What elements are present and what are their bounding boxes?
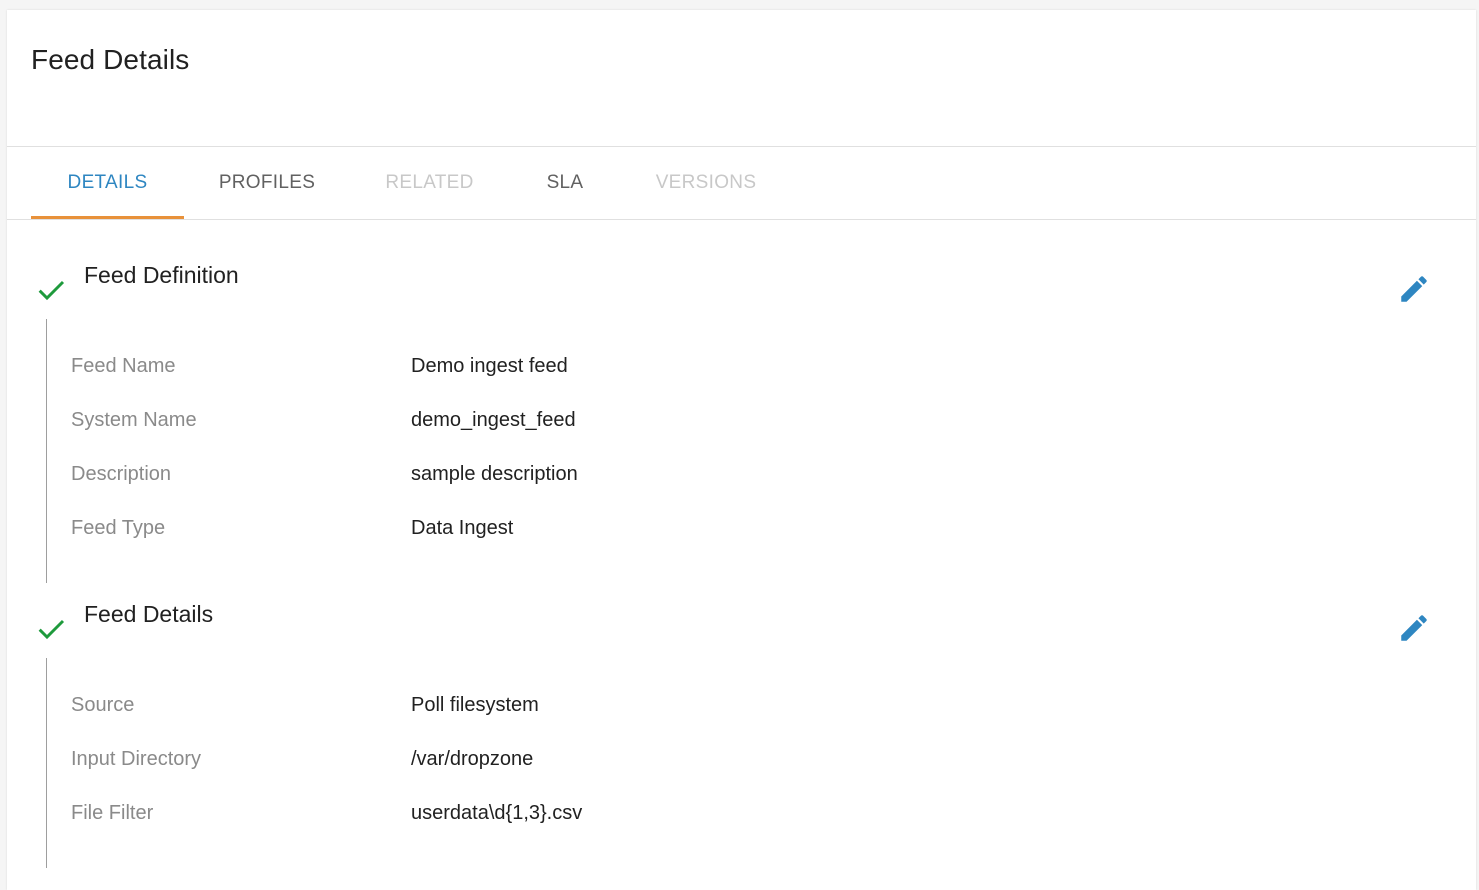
field-value: Data Ingest (411, 517, 514, 539)
field-value: userdata\d{1,3}.csv (411, 802, 583, 824)
field-label: Feed Name (71, 355, 176, 377)
field-value: Poll filesystem (411, 694, 539, 716)
field-label: Feed Type (71, 517, 166, 539)
tab-sla[interactable]: SLA (509, 147, 621, 219)
field-row: File Filter userdata\d{1,3}.csv (7, 802, 1476, 832)
tab-sla-label: SLA (546, 172, 584, 193)
field-label: File Filter (71, 802, 154, 824)
field-row: Feed Name Demo ingest feed (7, 355, 1476, 385)
step-title: Feed Details (84, 601, 214, 627)
step-title: Feed Definition (84, 262, 239, 288)
check-icon (38, 619, 65, 640)
tab-versions-label: VERSIONS (655, 172, 757, 193)
tab-related: RELATED (350, 147, 509, 219)
field-value: Demo ingest feed (411, 355, 568, 377)
field-label: Description (71, 463, 172, 485)
field-value: sample description (411, 463, 578, 485)
edit-pencil-icon[interactable] (1397, 611, 1431, 645)
tab-versions: VERSIONS (621, 147, 791, 219)
field-label: System Name (71, 409, 197, 431)
tab-related-label: RELATED (385, 172, 474, 193)
tab-profiles-label: PROFILES (218, 172, 316, 193)
field-label: Input Directory (71, 748, 202, 770)
field-row: Feed Type Data Ingest (7, 517, 1476, 547)
feed-details-step: Feed Details Source Poll filesystem Inpu… (7, 595, 1476, 875)
field-label: Source (71, 694, 135, 716)
tab-bar: DETAILS PROFILES RELATED SLA VERSIONS (31, 147, 791, 219)
field-row: System Name demo_ingest_feed (7, 409, 1476, 439)
feed-details-card: Feed Details DETAILS PROFILES RELATED SL… (7, 10, 1476, 890)
tab-profiles[interactable]: PROFILES (184, 147, 350, 219)
field-value: demo_ingest_feed (411, 409, 576, 431)
field-row: Source Poll filesystem (7, 694, 1476, 724)
edit-pencil-icon[interactable] (1397, 272, 1431, 306)
feed-definition-step: Feed Definition Feed Name Demo ingest fe… (7, 256, 1476, 586)
field-value: /var/dropzone (411, 748, 534, 770)
check-icon (38, 280, 65, 301)
page-title: Feed Details (31, 44, 190, 75)
tab-details[interactable]: DETAILS (31, 147, 184, 219)
field-row: Description sample description (7, 463, 1476, 493)
field-row: Input Directory /var/dropzone (7, 748, 1476, 778)
tabs-divider (7, 219, 1476, 220)
tab-details-label: DETAILS (67, 172, 148, 193)
